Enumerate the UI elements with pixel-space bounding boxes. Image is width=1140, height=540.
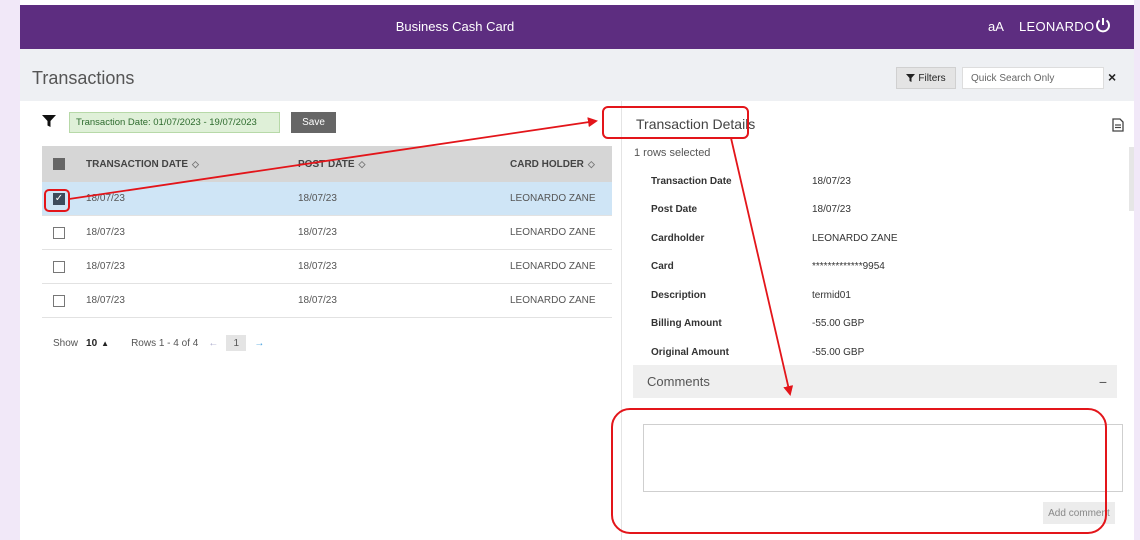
page-size-select[interactable]: 10 [86, 338, 97, 349]
column-header-label: POST DATE [298, 158, 355, 170]
detail-label: Billing Amount [651, 318, 722, 330]
cell-post-date: 18/07/23 [298, 261, 337, 272]
detail-value: 18/07/23 [812, 204, 851, 216]
user-name[interactable]: LEONARDO [1019, 19, 1094, 34]
select-all-checkbox[interactable] [53, 158, 65, 170]
table-row[interactable]: 18/07/23 18/07/23 LEONARDO ZANE [42, 250, 612, 284]
sort-icon: ◇ [192, 158, 199, 169]
column-header-label: TRANSACTION DATE [86, 158, 189, 170]
top-bar: Business Cash Card aA LEONARDO [20, 5, 1134, 49]
cell-transaction-date: 18/07/23 [86, 295, 125, 306]
page-title: Transactions [32, 68, 135, 88]
cell-card-holder: LEONARDO ZANE [510, 227, 596, 238]
detail-row-transaction-date: Transaction Date 18/07/23 [651, 167, 898, 196]
table-row[interactable]: 18/07/23 18/07/23 LEONARDO ZANE [42, 216, 612, 250]
page-size-label: Show [53, 337, 79, 349]
cell-card-holder: LEONARDO ZANE [510, 261, 596, 272]
transactions-grid: TRANSACTION DATE ◇ POST DATE ◇ CARD HOLDER… [42, 146, 612, 318]
cell-post-date: 18/07/23 [298, 227, 337, 238]
column-header-card-holder[interactable]: CARD HOLDER ◇ [500, 159, 612, 170]
panel-scrollbar[interactable] [1129, 147, 1134, 211]
row-checkbox[interactable]: ✓ [53, 192, 65, 205]
table-row[interactable]: ✓ 18/07/23 18/07/23 LEONARDO ZANE [42, 182, 612, 216]
table-row[interactable]: 18/07/23 18/07/23 LEONARDO ZANE [42, 284, 612, 318]
detail-value: termid01 [812, 289, 851, 301]
row-checkbox[interactable] [53, 260, 65, 273]
detail-value: 18/07/23 [812, 175, 851, 187]
detail-value: -55.00 GBP [812, 346, 865, 358]
text-size-toggle[interactable]: aA [988, 19, 1004, 34]
close-icon[interactable]: × [1108, 69, 1116, 85]
filter-icon[interactable] [42, 115, 56, 127]
detail-label: Original Amount [651, 346, 729, 358]
quick-search-input[interactable] [962, 67, 1104, 89]
arrow-left-icon[interactable]: ← [208, 338, 218, 349]
detail-label: Cardholder [651, 232, 705, 244]
date-filter-chip[interactable]: Transaction Date: 01/07/2023 - 19/07/202… [69, 112, 280, 133]
arrow-right-icon[interactable]: → [254, 338, 264, 349]
detail-label: Description [651, 289, 707, 301]
detail-value: -55.00 GBP [812, 318, 865, 330]
rows-range: Rows 1 - 4 of 4 [131, 337, 199, 349]
app-frame: Business Cash Card aA LEONARDO Transacti… [20, 0, 1134, 540]
comment-textarea[interactable] [643, 424, 1123, 492]
detail-label: Post Date [651, 204, 698, 216]
collapse-icon[interactable]: − [1099, 374, 1107, 390]
transaction-details-panel: Transaction Details 1 rows selected Tran… [621, 101, 1134, 540]
page-toolbar: Transactions Filters × [20, 49, 1134, 101]
column-header-transaction-date[interactable]: TRANSACTION DATE ◇ [76, 159, 288, 170]
cell-transaction-date: 18/07/23 [86, 193, 125, 204]
row-checkbox[interactable] [53, 294, 65, 307]
panel-title: Transaction Details [636, 116, 756, 132]
detail-label: Card [651, 261, 674, 273]
details-list: Transaction Date 18/07/23 Post Date 18/0… [651, 167, 898, 367]
app-title: Business Cash Card [395, 19, 515, 34]
save-button[interactable]: Save [291, 112, 336, 133]
add-comment-button[interactable]: Add comment [1043, 502, 1115, 524]
detail-value: *************9954 [812, 261, 885, 273]
cell-card-holder: LEONARDO ZANE [510, 295, 596, 306]
cell-post-date: 18/07/23 [298, 295, 337, 306]
grid-header: TRANSACTION DATE ◇ POST DATE ◇ CARD HOLDER… [42, 146, 612, 182]
sort-icon: ◇ [358, 158, 366, 169]
comments-title: Comments [647, 374, 710, 389]
detail-value: LEONARDO ZANE [812, 232, 898, 244]
column-header-label: CARD HOLDER [510, 158, 584, 170]
row-checkbox[interactable] [53, 226, 65, 239]
cell-post-date: 18/07/23 [298, 193, 337, 204]
caret-up-icon[interactable]: ▲ [101, 339, 109, 348]
sort-icon: ◇ [587, 158, 595, 169]
detail-label: Transaction Date [651, 175, 732, 187]
comments-section-header[interactable]: Comments − [633, 365, 1117, 398]
rows-selected-count: 1 rows selected [634, 147, 711, 159]
detail-row-billing-amount: Billing Amount -55.00 GBP [651, 310, 898, 339]
detail-row-description: Description termid01 [651, 281, 898, 310]
main-content: Transaction Date: 01/07/2023 - 19/07/202… [32, 101, 1134, 540]
column-header-post-date[interactable]: POST DATE ◇ [288, 159, 500, 170]
filters-button[interactable]: Filters [896, 67, 956, 89]
filter-icon [906, 74, 916, 82]
cell-transaction-date: 18/07/23 [86, 261, 125, 272]
pagination: Show 10 ▲ Rows 1 - 4 of 4 ← 1 → [53, 335, 264, 351]
cell-card-holder: LEONARDO ZANE [510, 193, 596, 204]
detail-row-card: Card *************9954 [651, 253, 898, 282]
power-icon[interactable] [1094, 16, 1112, 34]
document-icon[interactable] [1112, 118, 1124, 132]
page-number[interactable]: 1 [226, 335, 247, 351]
cell-transaction-date: 18/07/23 [86, 227, 125, 238]
detail-row-cardholder: Cardholder LEONARDO ZANE [651, 224, 898, 253]
filters-label: Filters [918, 72, 946, 84]
detail-row-original-amount: Original Amount -55.00 GBP [651, 338, 898, 367]
detail-row-post-date: Post Date 18/07/23 [651, 196, 898, 225]
